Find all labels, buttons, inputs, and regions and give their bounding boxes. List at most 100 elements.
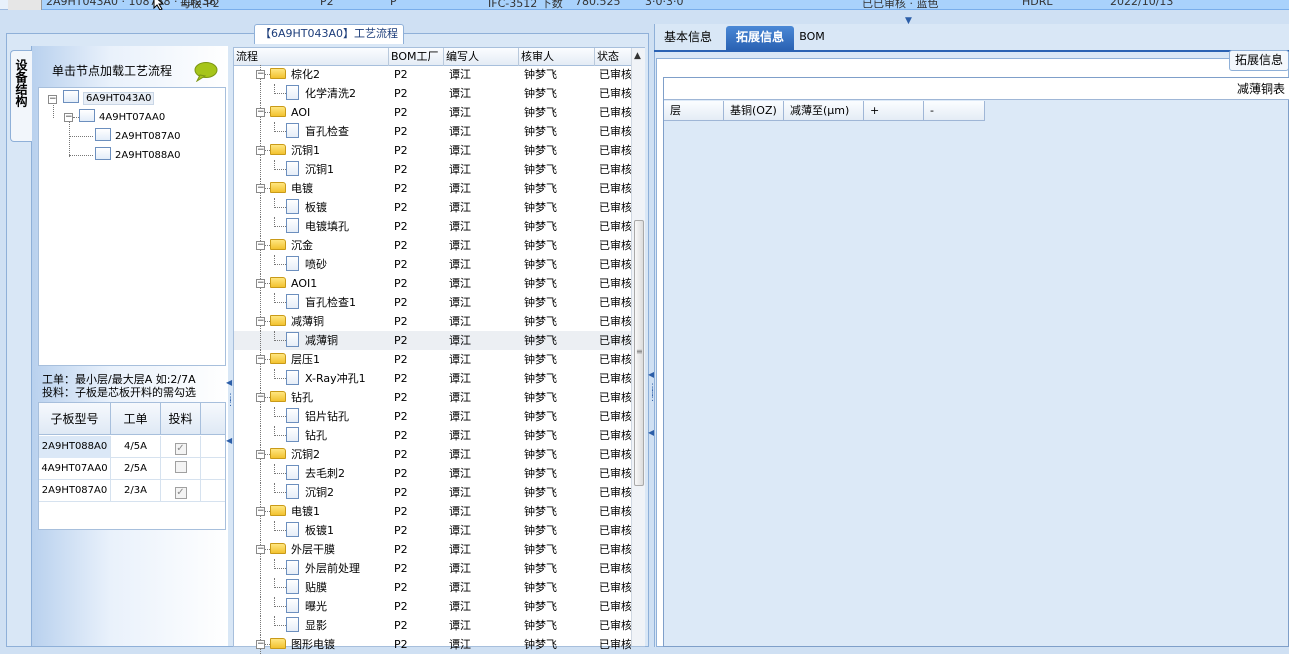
tree-collapse-toggle[interactable]: − [256, 279, 265, 288]
process-name-cell[interactable]: 喷砂 [286, 255, 388, 274]
table-row[interactable]: 显影 P2 谭江 钟梦飞 已审核 [234, 616, 631, 635]
tree-collapse-toggle[interactable]: − [256, 640, 265, 649]
process-name-cell[interactable]: 电镀 [270, 179, 388, 198]
column-header[interactable]: 减薄至(μm) [784, 101, 864, 121]
writer-cell[interactable]: 谭江 [449, 407, 519, 426]
status-cell[interactable]: 已审核 [599, 331, 631, 350]
reviewer-cell[interactable]: 钟梦飞 [524, 350, 595, 369]
process-name-cell[interactable]: 图形电镀 [270, 635, 388, 654]
table-row[interactable]: 减薄铜 P2 谭江 钟梦飞 已审核 [234, 331, 631, 350]
reviewer-cell[interactable]: 钟梦飞 [524, 502, 595, 521]
remove-row-button[interactable]: - [924, 101, 985, 121]
status-cell[interactable]: 已审核 [599, 502, 631, 521]
process-name-cell[interactable]: 外层干膜 [270, 540, 388, 559]
writer-cell[interactable]: 谭江 [449, 293, 519, 312]
top-row-cell[interactable]: 3·0·3·0 [645, 0, 683, 8]
tree-node[interactable]: 2A9HT087A0 [95, 128, 180, 145]
reviewer-cell[interactable]: 钟梦飞 [524, 160, 595, 179]
tree-collapse-toggle[interactable]: − [256, 184, 265, 193]
bom-factory-cell[interactable]: P2 [394, 331, 444, 350]
table-row[interactable]: − 钻孔 P2 谭江 钟梦飞 已审核 [234, 388, 631, 407]
process-name-cell[interactable]: X-Ray冲孔1 [286, 369, 388, 388]
bom-factory-cell[interactable]: P2 [394, 540, 444, 559]
table-row[interactable]: 电镀填孔 P2 谭江 钟梦飞 已审核 [234, 217, 631, 236]
writer-cell[interactable]: 谭江 [449, 559, 519, 578]
status-cell[interactable]: 已审核 [599, 559, 631, 578]
vertical-scrollbar[interactable]: ▲ ≡ [631, 48, 645, 646]
bom-factory-cell[interactable]: P2 [394, 179, 444, 198]
reviewer-cell[interactable]: 钟梦飞 [524, 388, 595, 407]
reviewer-cell[interactable]: 钟梦飞 [524, 312, 595, 331]
status-cell[interactable]: 已审核 [599, 160, 631, 179]
bom-factory-cell[interactable]: P2 [394, 160, 444, 179]
board-model-cell[interactable]: 4A9HT07AA0 [39, 458, 111, 480]
reviewer-cell[interactable]: 钟梦飞 [524, 578, 595, 597]
collapse-arrow-icon[interactable]: ◀ [226, 436, 232, 445]
writer-cell[interactable]: 谭江 [449, 312, 519, 331]
status-cell[interactable]: 已审核 [599, 521, 631, 540]
top-row-cell[interactable]: 已已审核 · 蓝色 [862, 0, 939, 11]
tree-collapse-toggle[interactable]: − [256, 507, 265, 516]
reviewer-cell[interactable]: 钟梦飞 [524, 445, 595, 464]
process-name-cell[interactable]: 钻孔 [286, 426, 388, 445]
writer-cell[interactable]: 谭江 [449, 578, 519, 597]
tree-node[interactable]: 4A9HT07AA0 [79, 109, 165, 126]
bom-factory-cell[interactable]: P2 [394, 217, 444, 236]
board-model-cell[interactable]: 2A9HT088A0 [39, 436, 111, 458]
table-row[interactable]: 2A9HT087A0 2/3A ✓ [39, 480, 225, 502]
writer-cell[interactable]: 谭江 [449, 331, 519, 350]
reviewer-cell[interactable]: 钟梦飞 [524, 483, 595, 502]
reviewer-cell[interactable]: 钟梦飞 [524, 331, 595, 350]
status-cell[interactable]: 已审核 [599, 255, 631, 274]
feed-checkbox[interactable]: ✓ [174, 487, 187, 499]
column-header[interactable]: 子板型号 [39, 403, 111, 435]
status-cell[interactable]: 已审核 [599, 122, 631, 141]
table-row[interactable]: − 外层干膜 P2 谭江 钟梦飞 已审核 [234, 540, 631, 559]
tree-collapse-toggle[interactable]: − [256, 70, 265, 79]
table-row[interactable]: 喷砂 P2 谭江 钟梦飞 已审核 [234, 255, 631, 274]
table-row[interactable]: − 沉铜1 P2 谭江 钟梦飞 已审核 [234, 141, 631, 160]
table-row[interactable]: 铝片钻孔 P2 谭江 钟梦飞 已审核 [234, 407, 631, 426]
column-header[interactable]: 层 [664, 101, 724, 121]
process-name-cell[interactable]: 电镀1 [270, 502, 388, 521]
bom-factory-cell[interactable]: P2 [394, 388, 444, 407]
bom-factory-cell[interactable]: P2 [394, 597, 444, 616]
tab-basic-info[interactable]: 基本信息 [658, 26, 718, 50]
bom-factory-cell[interactable]: P2 [394, 464, 444, 483]
work-order-cell[interactable]: 2/5A [111, 458, 161, 480]
table-row[interactable]: − AOI1 P2 谭江 钟梦飞 已审核 [234, 274, 631, 293]
status-cell[interactable]: 已审核 [599, 141, 631, 160]
bom-factory-cell[interactable]: P2 [394, 293, 444, 312]
reviewer-cell[interactable]: 钟梦飞 [524, 84, 595, 103]
table-row[interactable]: 化学清洗2 P2 谭江 钟梦飞 已审核 [234, 84, 631, 103]
table-row[interactable]: 曝光 P2 谭江 钟梦飞 已审核 [234, 597, 631, 616]
column-header[interactable]: 核审人 [519, 48, 595, 66]
bom-factory-cell[interactable]: P2 [394, 578, 444, 597]
bom-factory-cell[interactable]: P2 [394, 350, 444, 369]
column-header[interactable]: 状态 [595, 48, 631, 66]
bom-factory-cell[interactable]: P2 [394, 65, 444, 84]
bom-factory-cell[interactable]: P2 [394, 521, 444, 540]
status-cell[interactable]: 已审核 [599, 540, 631, 559]
status-cell[interactable]: 已审核 [599, 179, 631, 198]
top-row-cell[interactable]: 2022/10/13 [1110, 0, 1173, 8]
reviewer-cell[interactable]: 钟梦飞 [524, 179, 595, 198]
reviewer-cell[interactable]: 钟梦飞 [524, 293, 595, 312]
status-cell[interactable]: 已审核 [599, 597, 631, 616]
column-header[interactable]: 流程 [234, 48, 389, 66]
bom-factory-cell[interactable]: P2 [394, 407, 444, 426]
reviewer-cell[interactable]: 钟梦飞 [524, 616, 595, 635]
collapse-arrow-icon[interactable]: ◀ [226, 378, 232, 387]
top-row-cell[interactable]: P [390, 0, 397, 8]
tree-collapse-toggle[interactable]: − [256, 241, 265, 250]
reviewer-cell[interactable]: 钟梦飞 [524, 559, 595, 578]
bom-factory-cell[interactable]: P2 [394, 274, 444, 293]
bom-factory-cell[interactable]: P2 [394, 426, 444, 445]
process-name-cell[interactable]: 钻孔 [270, 388, 388, 407]
table-row[interactable]: 盲孔检查 P2 谭江 钟梦飞 已审核 [234, 122, 631, 141]
tree-collapse-toggle[interactable]: − [256, 146, 265, 155]
table-row[interactable]: 外层前处理 P2 谭江 钟梦飞 已审核 [234, 559, 631, 578]
status-cell[interactable]: 已审核 [599, 369, 631, 388]
tree-collapse-toggle[interactable]: − [256, 393, 265, 402]
process-name-cell[interactable]: 外层前处理 [286, 559, 388, 578]
